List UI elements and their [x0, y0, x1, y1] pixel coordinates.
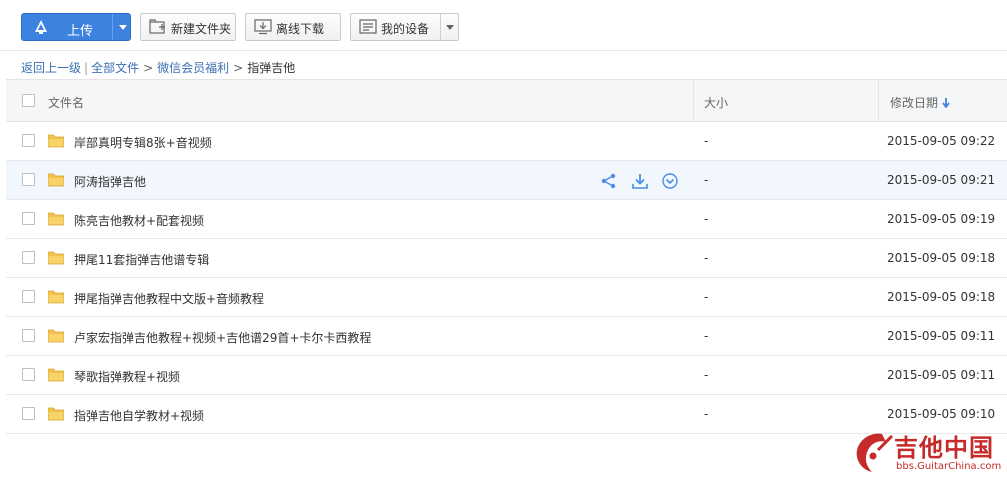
file-modified-date: 2015-09-05 09:11: [887, 329, 996, 343]
breadcrumb-separator: >: [143, 61, 154, 75]
column-header-name[interactable]: 文件名: [48, 94, 84, 111]
offline-download-icon: [254, 19, 272, 35]
folder-icon: [48, 134, 64, 148]
my-device-label: 我的设备: [381, 22, 430, 36]
folder-icon: [48, 212, 64, 226]
file-modified-date: 2015-09-05 09:21: [887, 173, 996, 187]
file-size: -: [704, 173, 709, 187]
table-row[interactable]: 陈亮吉他教材+配套视频 - 2015-09-05 09:19: [6, 200, 1007, 239]
table-header: 文件名 大小 修改日期: [6, 79, 1007, 122]
file-size: -: [704, 407, 709, 421]
file-modified-date: 2015-09-05 09:22: [887, 134, 996, 148]
new-folder-icon: [149, 19, 165, 34]
upload-icon: [35, 20, 47, 34]
select-all-checkbox[interactable]: [22, 94, 35, 107]
file-size: -: [704, 290, 709, 304]
folder-icon: [48, 251, 64, 265]
file-name[interactable]: 指弹吉他自学教材+视频: [74, 407, 204, 424]
download-icon[interactable]: [631, 172, 649, 190]
row-checkbox[interactable]: [22, 290, 35, 303]
offline-download-button[interactable]: 离线下载: [245, 13, 341, 41]
device-divider: [440, 14, 441, 40]
breadcrumb-pipe: |: [84, 61, 89, 75]
file-name[interactable]: 押尾指弹吉他教程中文版+音频教程: [74, 290, 264, 307]
folder-icon: [48, 290, 64, 304]
folder-icon: [48, 368, 64, 382]
file-name[interactable]: 押尾11套指弹吉他谱专辑: [74, 251, 209, 268]
file-name[interactable]: 阿涛指弹吉他: [74, 173, 146, 190]
file-modified-date: 2015-09-05 09:10: [887, 407, 996, 421]
file-size: -: [704, 251, 709, 265]
file-list: 岸部真明专辑8张+音视频 - 2015-09-05 09:22 阿涛指弹吉他 - 2015…: [6, 122, 1007, 434]
sort-down-icon: [942, 98, 950, 108]
file-name[interactable]: 岸部真明专辑8张+音视频: [74, 134, 212, 151]
file-name[interactable]: 卢家宏指弹吉他教程+视频+吉他谱29首+卡尔卡西教程: [74, 329, 371, 346]
breadcrumb-item-current: 指弹吉他: [247, 61, 296, 75]
device-icon: [359, 19, 377, 34]
row-checkbox[interactable]: [22, 212, 35, 225]
folder-icon: [48, 173, 64, 187]
column-header-date-label: 修改日期: [890, 96, 939, 110]
new-folder-label: 新建文件夹: [171, 22, 232, 36]
breadcrumb: 返回上一级 | 全部文件 > 微信会员福利 > 指弹吉他: [21, 59, 295, 76]
watermark-logo: 吉他中国 bbs.GuitarChina.com: [852, 428, 1007, 480]
file-modified-date: 2015-09-05 09:18: [887, 290, 996, 304]
file-size: -: [704, 212, 709, 226]
file-modified-date: 2015-09-05 09:11: [887, 368, 996, 382]
table-row[interactable]: 押尾指弹吉他教程中文版+音频教程 - 2015-09-05 09:18: [6, 278, 1007, 317]
file-name[interactable]: 陈亮吉他教材+配套视频: [74, 212, 204, 229]
chevron-down-icon[interactable]: [446, 25, 454, 30]
file-size: -: [704, 134, 709, 148]
file-size: -: [704, 329, 709, 343]
row-checkbox[interactable]: [22, 329, 35, 342]
breadcrumb-item-wechat[interactable]: 微信会员福利: [157, 61, 229, 75]
row-checkbox[interactable]: [22, 173, 35, 186]
new-folder-button[interactable]: 新建文件夹: [140, 13, 236, 41]
row-checkbox[interactable]: [22, 134, 35, 147]
table-row[interactable]: 岸部真明专辑8张+音视频 - 2015-09-05 09:22: [6, 122, 1007, 161]
offline-download-label: 离线下载: [276, 22, 325, 36]
chevron-down-icon[interactable]: [119, 25, 127, 30]
table-row[interactable]: 阿涛指弹吉他 - 2015-09-05 09:21: [6, 161, 1007, 200]
file-size: -: [704, 368, 709, 382]
column-header-date[interactable]: 修改日期: [890, 94, 950, 111]
row-checkbox[interactable]: [22, 251, 35, 264]
table-row[interactable]: 琴歌指弹教程+视频 - 2015-09-05 09:11: [6, 356, 1007, 395]
column-divider: [878, 80, 879, 122]
upload-label: 上传: [67, 24, 94, 39]
breadcrumb-separator: >: [233, 61, 244, 75]
guitar-logo-icon: [856, 433, 894, 472]
column-divider: [693, 80, 694, 122]
file-modified-date: 2015-09-05 09:19: [887, 212, 996, 226]
file-modified-date: 2015-09-05 09:18: [887, 251, 996, 265]
folder-icon: [48, 407, 64, 421]
my-device-button[interactable]: 我的设备: [350, 13, 459, 41]
folder-icon: [48, 329, 64, 343]
column-header-size[interactable]: 大小: [704, 94, 728, 111]
upload-button[interactable]: 上传: [21, 13, 131, 41]
watermark-subtitle: bbs.GuitarChina.com: [896, 461, 1002, 472]
file-name[interactable]: 琴歌指弹教程+视频: [74, 368, 180, 385]
table-row[interactable]: 卢家宏指弹吉他教程+视频+吉他谱29首+卡尔卡西教程 - 2015-09-05 09…: [6, 317, 1007, 356]
upload-divider: [112, 14, 113, 40]
more-options-icon[interactable]: [661, 172, 679, 190]
watermark-title: 吉他中国: [894, 434, 994, 462]
file-table: 文件名 大小 修改日期 岸部真明专辑8张+音视频 - 2015-09-05 09:2…: [6, 79, 1007, 434]
toolbar: 上传 新建文件夹 离线下载 我的设备: [0, 0, 1007, 51]
back-link[interactable]: 返回上一级: [21, 61, 81, 75]
row-checkbox[interactable]: [22, 407, 35, 420]
share-icon[interactable]: [600, 172, 618, 190]
row-checkbox[interactable]: [22, 368, 35, 381]
table-row[interactable]: 押尾11套指弹吉他谱专辑 - 2015-09-05 09:18: [6, 239, 1007, 278]
breadcrumb-item-all-files[interactable]: 全部文件: [91, 61, 139, 75]
